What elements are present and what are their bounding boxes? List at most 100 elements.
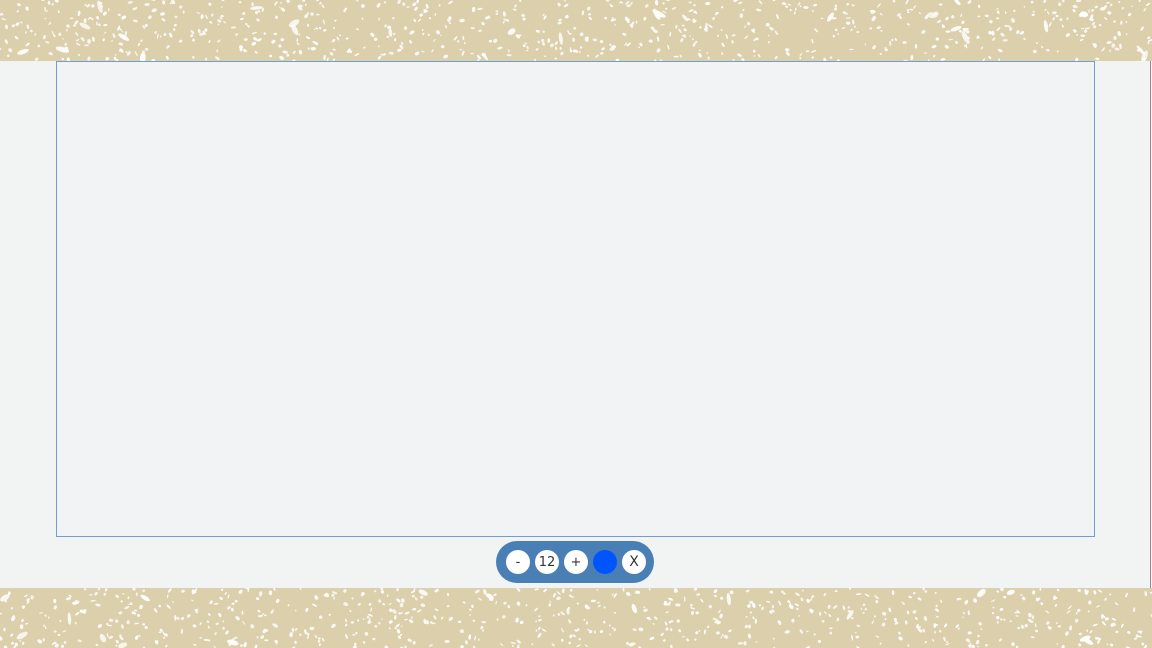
speckle: [543, 55, 547, 58]
speckle: [331, 38, 336, 43]
speckle: [1091, 9, 1094, 12]
speckle: [310, 12, 314, 16]
speckle: [115, 619, 119, 623]
speckle: [474, 589, 480, 594]
speckle: [269, 54, 273, 58]
speckle: [77, 639, 82, 643]
speckle: [814, 28, 819, 33]
speckle: [104, 588, 108, 592]
speckle: [160, 12, 166, 16]
speckle: [414, 6, 418, 11]
speckle: [1086, 629, 1089, 632]
speckle: [799, 52, 803, 57]
speckle: [471, 604, 474, 609]
speckle: [401, 598, 405, 603]
speckle: [179, 5, 183, 9]
speckle: [731, 40, 734, 44]
speckle: [856, 31, 860, 33]
speckle: [1056, 50, 1059, 53]
speckle: [299, 588, 302, 590]
close-button[interactable]: X: [622, 550, 646, 574]
speckle: [991, 30, 995, 36]
speckle: [495, 600, 498, 605]
speckle: [92, 36, 95, 42]
speckle: [592, 38, 598, 42]
speckle: [648, 39, 653, 43]
speckle: [209, 21, 213, 24]
speckle: [406, 6, 410, 8]
speckle: [95, 643, 99, 647]
speckle: [573, 49, 579, 53]
speckle: [893, 617, 898, 623]
speckle: [882, 611, 887, 616]
speckle: [1111, 618, 1117, 621]
speckle: [243, 641, 247, 648]
speckle: [851, 635, 854, 641]
speckle: [1055, 622, 1058, 625]
speckle: [664, 621, 668, 626]
speckle: [428, 644, 433, 647]
speckle-pattern: [0, 0, 1152, 61]
speckle: [572, 37, 576, 42]
speckle: [118, 33, 130, 41]
speckle: [594, 54, 600, 58]
speckle: [1003, 595, 1007, 599]
speckle: [168, 32, 173, 38]
color-picker-swatch[interactable]: [593, 550, 617, 574]
speckle: [153, 608, 158, 613]
speckle: [497, 46, 503, 50]
speckle: [282, 50, 288, 54]
speckle: [511, 645, 514, 647]
speckle: [944, 623, 948, 628]
speckle: [977, 15, 981, 18]
speckle: [556, 596, 561, 601]
speckle: [996, 615, 1000, 620]
increase-size-button[interactable]: +: [564, 550, 588, 574]
speckle: [665, 627, 669, 631]
speckle: [739, 13, 744, 19]
right-edge-line: [1150, 61, 1151, 588]
speckle: [386, 594, 389, 598]
speckle: [1020, 594, 1023, 596]
speckle: [208, 39, 211, 44]
speckle: [418, 589, 428, 596]
speckle: [103, 23, 108, 27]
speckle: [1081, 27, 1085, 30]
speckle: [1077, 588, 1081, 593]
speckle: [1062, 0, 1065, 3]
speckle: [841, 27, 846, 29]
speckle: [512, 8, 517, 11]
speckle: [48, 21, 52, 26]
speckle: [1022, 596, 1026, 601]
speckle: [457, 620, 462, 624]
speckle: [1017, 626, 1021, 630]
speckle: [507, 605, 511, 609]
speckle: [531, 643, 534, 646]
speckle: [721, 42, 725, 47]
decrease-size-button[interactable]: -: [506, 550, 530, 574]
speckle: [829, 56, 833, 59]
speckle: [1088, 600, 1092, 605]
speckle: [34, 33, 37, 36]
speckle: [583, 618, 586, 621]
speckle: [51, 3, 54, 6]
speckle: [1109, 643, 1114, 647]
speckle: [1066, 610, 1071, 614]
speckle: [19, 639, 22, 642]
speckle: [803, 6, 809, 9]
speckle: [922, 628, 926, 633]
speckle: [165, 55, 169, 60]
speckle: [75, 611, 80, 616]
speckle: [374, 590, 377, 593]
speckle: [1144, 590, 1148, 597]
speckle: [639, 42, 643, 47]
speckle: [75, 32, 79, 36]
drawing-canvas[interactable]: [56, 61, 1095, 537]
speckle: [462, 601, 466, 604]
speckle: [834, 7, 837, 11]
speckle: [219, 596, 223, 601]
speckle: [561, 638, 564, 642]
speckle: [997, 10, 1000, 14]
speckle: [1045, 610, 1050, 614]
speckle: [42, 638, 46, 642]
